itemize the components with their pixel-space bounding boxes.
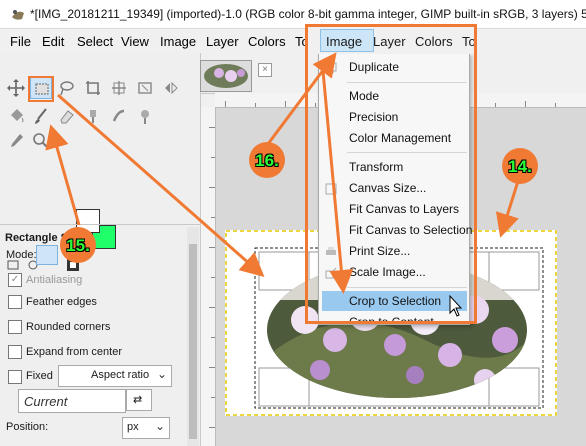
menu-image[interactable]: Image bbox=[160, 34, 196, 49]
current-text: Current bbox=[24, 394, 68, 409]
step-16-text: 16. bbox=[255, 151, 279, 170]
panel-divider bbox=[0, 224, 200, 225]
step-14-text: 14. bbox=[508, 157, 532, 176]
step-14-badge: 14. bbox=[502, 148, 538, 184]
crop-tool-icon[interactable] bbox=[82, 77, 104, 99]
rounded-corners-checkbox[interactable] bbox=[8, 320, 22, 334]
flip-tool-icon[interactable] bbox=[160, 77, 182, 99]
current-entry[interactable]: Current bbox=[18, 389, 126, 413]
free-select-tool-icon[interactable] bbox=[55, 77, 77, 99]
mode-replace-button[interactable] bbox=[36, 245, 58, 265]
zoom-tool-icon[interactable] bbox=[30, 130, 52, 152]
menu-edit[interactable]: Edit bbox=[42, 34, 64, 49]
step-16-badge: 16. bbox=[249, 142, 285, 178]
fixed-mode-select[interactable]: Aspect ratio ⌄ bbox=[58, 365, 172, 387]
feather-edges-label: Feather edges bbox=[26, 296, 97, 308]
annotation-frame-menu bbox=[305, 24, 477, 324]
expand-from-center-checkbox[interactable] bbox=[8, 345, 22, 359]
chevron-down-icon: ⌄ bbox=[156, 367, 167, 381]
swap-icon: ⇄ bbox=[133, 394, 143, 406]
close-image-icon[interactable]: × bbox=[258, 63, 272, 77]
mode-label: Mode: bbox=[6, 249, 37, 261]
fixed-checkbox[interactable] bbox=[8, 370, 22, 384]
bucket-fill-tool-icon[interactable] bbox=[5, 105, 27, 127]
menu-select[interactable]: Select bbox=[77, 34, 113, 49]
smudge-tool-icon[interactable] bbox=[108, 105, 130, 127]
menu-colors[interactable]: Colors bbox=[248, 34, 286, 49]
warp-transform-tool-icon[interactable] bbox=[134, 77, 156, 99]
menu-bar: File Edit Select View Image Layer Colors… bbox=[0, 29, 586, 53]
unit-value: px bbox=[127, 421, 139, 433]
gimp-app-icon bbox=[12, 10, 24, 20]
aspect-ratio-value: Aspect ratio bbox=[91, 369, 150, 381]
expand-from-center-label: Expand from center bbox=[26, 346, 122, 358]
annotation-frame-tool bbox=[28, 76, 54, 102]
swap-button[interactable]: ⇄ bbox=[126, 389, 152, 411]
step-15-badge: 15. bbox=[60, 227, 96, 263]
eraser-tool-icon[interactable] bbox=[55, 105, 77, 127]
move-tool-icon[interactable] bbox=[5, 77, 27, 99]
clone-tool-icon[interactable] bbox=[82, 105, 104, 127]
chevron-down-icon: ⌄ bbox=[154, 419, 165, 433]
menu-file[interactable]: File bbox=[10, 34, 31, 49]
dodge-burn-tool-icon[interactable] bbox=[134, 105, 156, 127]
fixed-label: Fixed bbox=[26, 370, 53, 382]
paintbrush-tool-icon[interactable] bbox=[30, 105, 52, 127]
color-picker-tool-icon[interactable] bbox=[5, 130, 27, 152]
title-bar: *[IMG_20181211_19349] (imported)-1.0 (RG… bbox=[0, 0, 586, 29]
step-15-text: 15. bbox=[66, 236, 90, 255]
antialiasing-checkbox[interactable]: ✓ bbox=[8, 273, 22, 287]
rounded-corners-label: Rounded corners bbox=[26, 321, 111, 333]
tool-options-scrollbar[interactable] bbox=[187, 227, 199, 446]
feather-edges-checkbox[interactable] bbox=[8, 295, 22, 309]
image-thumbnail[interactable] bbox=[200, 60, 252, 92]
antialiasing-label: Antialiasing bbox=[26, 274, 83, 286]
unit-select[interactable]: px ⌄ bbox=[122, 417, 170, 439]
scrollbar-thumb[interactable] bbox=[189, 244, 197, 439]
position-label: Position: bbox=[6, 421, 49, 433]
menu-view[interactable]: View bbox=[121, 34, 149, 49]
window-title: *[IMG_20181211_19349] (imported)-1.0 (RG… bbox=[30, 7, 586, 21]
unified-transform-tool-icon[interactable] bbox=[108, 77, 130, 99]
menu-layer[interactable]: Layer bbox=[206, 34, 239, 49]
vertical-ruler[interactable] bbox=[201, 107, 216, 446]
